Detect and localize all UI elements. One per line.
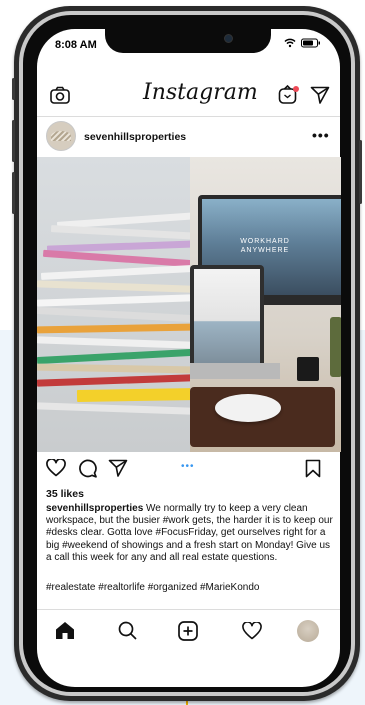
battery-icon (301, 38, 320, 48)
workspace-photo: WORKHARD ANYWHERE (190, 157, 341, 452)
share-icon[interactable] (108, 459, 128, 477)
notch (105, 29, 271, 53)
post-username[interactable]: sevenhillsproperties (84, 131, 186, 143)
monitor-text: WORKHARD ANYWHERE (240, 238, 290, 254)
post-image[interactable]: WORKHARD ANYWHERE (37, 157, 341, 452)
direct-message-icon[interactable] (310, 86, 330, 104)
status-icons (284, 38, 321, 48)
bookmark-icon[interactable] (305, 459, 321, 478)
heart-icon[interactable] (46, 459, 66, 477)
volume-down-button (12, 172, 15, 214)
post-caption: sevenhillsproperties We normally try to … (46, 503, 336, 564)
paper-stack-photo (37, 157, 190, 452)
carousel-dots: ••• (181, 461, 195, 472)
status-time: 8:08 AM (55, 39, 97, 51)
camera-icon[interactable] (50, 86, 70, 104)
header-divider (37, 116, 340, 117)
profile-avatar[interactable] (297, 620, 319, 642)
caption-username[interactable]: sevenhillsproperties (46, 503, 143, 514)
post-hashtags[interactable]: #realestate #realtorlife #organized #Mar… (46, 582, 259, 593)
comment-icon[interactable] (78, 459, 97, 478)
wifi-icon (284, 38, 296, 48)
front-camera (224, 34, 233, 43)
search-icon[interactable] (118, 621, 137, 640)
instagram-logo: Instagram (143, 80, 258, 105)
silent-switch (12, 78, 15, 100)
igtv-icon[interactable] (278, 84, 300, 106)
add-post-icon[interactable] (178, 621, 198, 641)
nav-divider (37, 609, 340, 610)
power-button (359, 140, 362, 204)
home-icon[interactable] (55, 621, 75, 640)
more-options-icon[interactable]: ••• (312, 127, 330, 143)
volume-up-button (12, 120, 15, 162)
avatar[interactable] (46, 121, 76, 151)
activity-heart-icon[interactable] (242, 622, 262, 640)
like-count[interactable]: 35 likes (46, 488, 84, 500)
